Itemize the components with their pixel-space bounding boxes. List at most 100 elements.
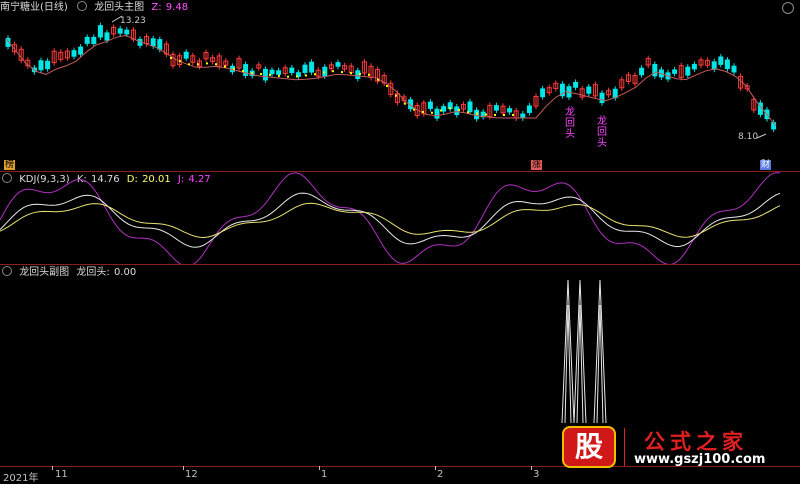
- month-label-4: 2: [437, 469, 444, 480]
- signal-dot: [413, 108, 415, 111]
- main-chart-pane[interactable]: 南宁糖业(日线) 龙回头主图 Z: 9.48 13.23 8.10 龙回头 龙回…: [0, 0, 800, 170]
- signal-dot: [512, 114, 514, 116]
- signal-label-2: 龙回头: [597, 116, 609, 149]
- candle: [526, 105, 532, 113]
- signal-dot: [260, 73, 262, 75]
- candle: [78, 46, 84, 55]
- candle: [718, 56, 724, 65]
- candle: [38, 60, 44, 71]
- signal-dot: [431, 111, 433, 114]
- low-price-label: 8.10: [738, 132, 759, 142]
- candle: [441, 106, 447, 112]
- candle: [150, 38, 156, 47]
- spike-3: [593, 279, 607, 424]
- signal-dot: [440, 109, 442, 112]
- candle: [493, 105, 499, 111]
- candle: [573, 81, 579, 88]
- kdj-chart: [0, 172, 781, 264]
- candle: [434, 108, 440, 119]
- signal-dot: [197, 63, 199, 66]
- signal-dot: [215, 63, 217, 66]
- candle: [117, 28, 123, 34]
- candle: [685, 66, 691, 76]
- signal-dot: [494, 114, 496, 116]
- signal-dot: [323, 71, 325, 74]
- signal-dot: [359, 72, 361, 75]
- candle: [586, 86, 592, 94]
- tag-left[interactable]: 榜: [4, 160, 16, 170]
- month-label-2: 12: [185, 469, 198, 480]
- watermark-logo: 股: [562, 426, 616, 468]
- candle: [289, 67, 295, 74]
- candle: [309, 61, 315, 73]
- watermark-divider: [624, 428, 625, 466]
- signal-dot: [449, 107, 451, 110]
- candle: [427, 101, 433, 109]
- signal-dot: [368, 73, 370, 76]
- kdj-j-line: [0, 172, 781, 264]
- signal-dot: [242, 70, 244, 72]
- signal-dot: [188, 63, 190, 66]
- signal-text-1: 龙回头: [565, 107, 575, 140]
- candle: [540, 88, 546, 98]
- spike-1: [561, 279, 575, 424]
- candle: [157, 39, 163, 50]
- month-label-5: 3: [533, 469, 540, 480]
- signal-label-1: 龙回头: [565, 107, 577, 140]
- signal-dot: [332, 70, 334, 73]
- high-price-label: 13.23: [120, 16, 146, 26]
- candle: [639, 67, 645, 76]
- candle: [262, 68, 268, 81]
- candle: [269, 69, 275, 75]
- signal-dot: [314, 73, 316, 76]
- signal-dot: [296, 75, 298, 78]
- candle: [520, 113, 526, 119]
- candle: [335, 62, 341, 67]
- signal-dot: [503, 114, 505, 116]
- signal-dot: [422, 110, 424, 113]
- watermark: 股 公式之家 www.gszj100.com: [562, 424, 792, 470]
- signal-dot: [485, 113, 487, 116]
- candle: [467, 101, 473, 113]
- signal-dot: [278, 74, 280, 77]
- candle: [302, 64, 308, 73]
- month-label-3: 1: [321, 469, 328, 480]
- candle: [124, 29, 130, 35]
- watermark-logo-text: 股: [574, 430, 603, 463]
- candle: [599, 92, 605, 104]
- candle: [84, 36, 90, 44]
- signal-dot: [404, 102, 406, 105]
- signal-dot: [395, 94, 397, 97]
- low-pointer: [756, 133, 767, 139]
- candle: [45, 60, 51, 70]
- signal-dot: [341, 71, 343, 74]
- year-label: 2021年: [3, 473, 39, 484]
- signal-dot: [350, 72, 352, 74]
- signal-dot: [458, 109, 460, 111]
- signal-dot: [287, 75, 289, 78]
- candle: [71, 50, 77, 57]
- candle: [672, 69, 678, 74]
- candle: [91, 36, 97, 45]
- tag-right[interactable]: 财: [760, 160, 772, 170]
- signal-dot: [170, 57, 172, 59]
- candle: [97, 25, 103, 38]
- candle: [691, 63, 697, 70]
- candle: [183, 51, 189, 59]
- watermark-url: www.gszj100.com: [634, 452, 766, 467]
- signal-text-2: 龙回头: [597, 116, 607, 149]
- candle: [507, 108, 513, 113]
- signal-dot: [251, 72, 253, 75]
- signal-dot: [386, 85, 388, 88]
- kdj-k-line: [0, 192, 781, 248]
- tag-mid[interactable]: 涨: [531, 160, 543, 170]
- candle: [731, 65, 737, 73]
- signal-dot: [467, 111, 469, 114]
- kdj-pane[interactable]: KDJ(9,3,3) K: 14.76 D: 20.01 J: 4.27: [0, 172, 800, 264]
- signal-dot: [377, 78, 379, 81]
- candle: [612, 88, 618, 99]
- candle: [104, 32, 110, 41]
- month-label-1: 11: [55, 469, 68, 480]
- signal-dot: [224, 65, 226, 68]
- spike-2: [573, 279, 587, 424]
